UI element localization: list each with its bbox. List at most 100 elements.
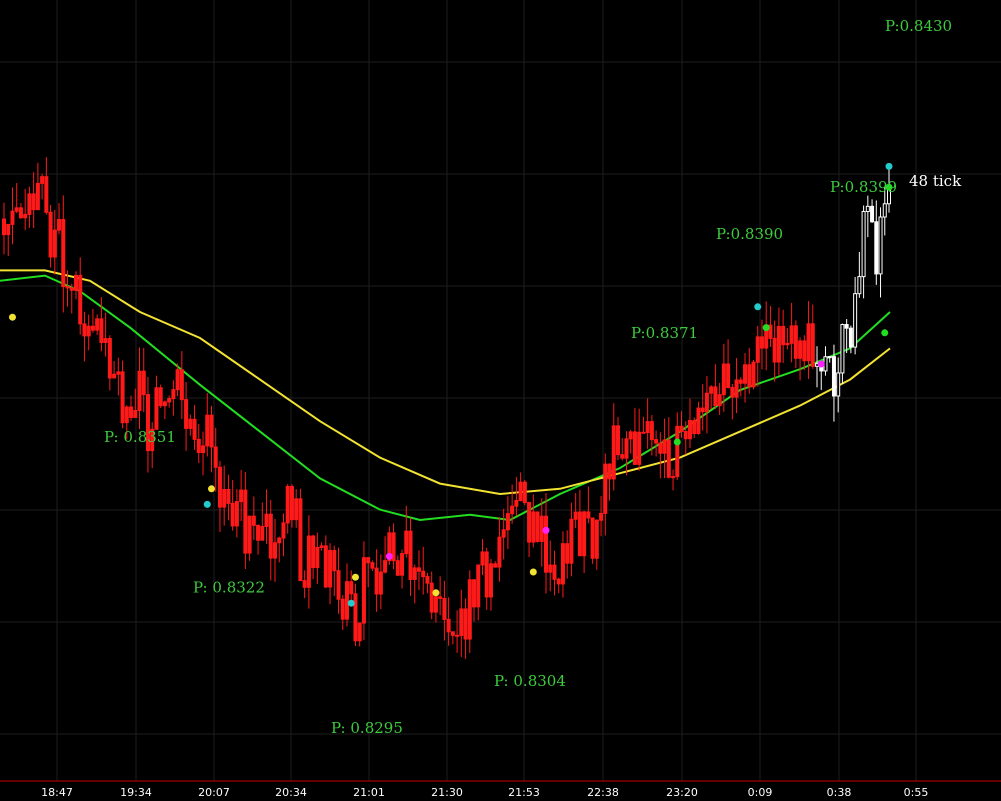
candle-body — [467, 579, 472, 640]
candle-body — [565, 543, 570, 564]
x-tick-label: 21:01 — [353, 786, 385, 799]
candle-body — [243, 489, 248, 554]
candle-body — [501, 529, 506, 538]
candle-body — [865, 205, 870, 213]
candle-body — [781, 325, 786, 346]
candle-body — [10, 210, 15, 225]
candle-body — [18, 207, 23, 219]
candle-body — [340, 598, 345, 620]
candle-body — [256, 524, 261, 541]
candle-body — [632, 431, 637, 465]
candle-body — [671, 476, 676, 479]
candle-body — [344, 581, 349, 620]
candle-body — [167, 398, 172, 403]
candle-body — [446, 618, 451, 633]
candle-body — [700, 407, 705, 413]
candle-body — [539, 515, 544, 542]
x-tick-label: 18:47 — [41, 786, 73, 799]
candle-body — [848, 327, 853, 348]
candle-body — [99, 318, 104, 343]
candle-body — [196, 438, 201, 454]
candle-body — [421, 570, 426, 578]
candle-body — [328, 549, 333, 588]
candle-body — [518, 481, 523, 502]
candle-body — [175, 369, 180, 391]
candle-body — [472, 579, 477, 608]
candle-body — [370, 562, 375, 569]
candle-body — [205, 414, 210, 447]
candle-body — [755, 336, 760, 363]
signal-marker — [529, 568, 537, 576]
candle-body — [586, 511, 591, 519]
candle-body — [268, 513, 273, 559]
x-tick-label: 20:34 — [275, 786, 307, 799]
candle-body — [61, 219, 66, 288]
x-tick-label: 19:34 — [120, 786, 152, 799]
candle-body — [535, 511, 540, 542]
candle-body — [721, 363, 726, 396]
candle-body — [730, 387, 735, 398]
candle-body — [82, 323, 87, 337]
candle-body — [48, 211, 53, 258]
candle-body — [861, 211, 866, 278]
candle-body — [353, 593, 358, 642]
candle-body — [438, 596, 443, 599]
candle-body — [357, 622, 362, 642]
candle-body — [793, 325, 798, 359]
tick-size-label: 48 tick — [909, 172, 962, 190]
candle-body — [442, 597, 447, 620]
candle-body — [294, 498, 299, 521]
x-tick-label: 22:38 — [587, 786, 619, 799]
signal-marker — [673, 438, 681, 446]
candle-body — [679, 425, 684, 432]
price-chart: P:0.8430 P:0.8399 P:0.8390 P:0.8371 P: 0.835… — [0, 0, 1001, 799]
candle-body — [709, 386, 714, 394]
price-annotation: P: 0.8304 — [494, 672, 566, 690]
candle-body — [840, 324, 845, 374]
candle-body — [759, 336, 764, 349]
candle-body — [14, 207, 19, 212]
x-axis-ticks: 18:47 19:34 20:07 20:34 21:01 21:30 21:53 22:38… — [41, 786, 928, 799]
candle-body — [573, 511, 578, 520]
candle-body — [315, 546, 320, 569]
candle-body — [484, 551, 489, 598]
candle-body — [416, 567, 421, 572]
candle-body — [510, 505, 515, 515]
candle-body — [874, 221, 879, 275]
candle-body — [184, 399, 189, 429]
candle-body — [836, 372, 841, 397]
candle-body — [713, 386, 718, 407]
candle-body — [226, 488, 231, 504]
price-annotation: P:0.8430 — [885, 17, 952, 35]
candle-body — [882, 203, 887, 218]
candle-body — [35, 182, 40, 211]
candle-body — [878, 216, 883, 275]
candle-body — [302, 580, 307, 588]
candle-body — [154, 387, 159, 430]
x-tick-label: 20:07 — [198, 786, 230, 799]
candle-body — [171, 389, 176, 400]
candle-body — [374, 567, 379, 595]
candle-body — [260, 525, 265, 541]
price-annotation: P: 0.8351 — [104, 428, 176, 446]
candle-body — [776, 325, 781, 363]
candle-body — [726, 363, 731, 389]
candle-body — [658, 442, 663, 454]
price-annotation: P: 0.8322 — [193, 579, 265, 597]
candle-body — [522, 481, 527, 504]
candle-body — [120, 371, 125, 424]
candle-body — [493, 563, 498, 568]
candle-body — [133, 409, 138, 418]
candle-body — [95, 318, 100, 331]
price-annotation: P:0.8399 — [830, 178, 897, 196]
candle-body — [361, 557, 366, 624]
price-annotation: P:0.8371 — [631, 324, 698, 342]
x-tick-label: 0:38 — [827, 786, 852, 799]
candle-body — [827, 356, 832, 359]
candle-body — [404, 530, 409, 555]
signal-marker — [542, 526, 550, 534]
candle-body — [734, 379, 739, 398]
candle-body — [73, 274, 78, 291]
candle-body — [527, 502, 532, 543]
candle-body — [611, 425, 616, 480]
